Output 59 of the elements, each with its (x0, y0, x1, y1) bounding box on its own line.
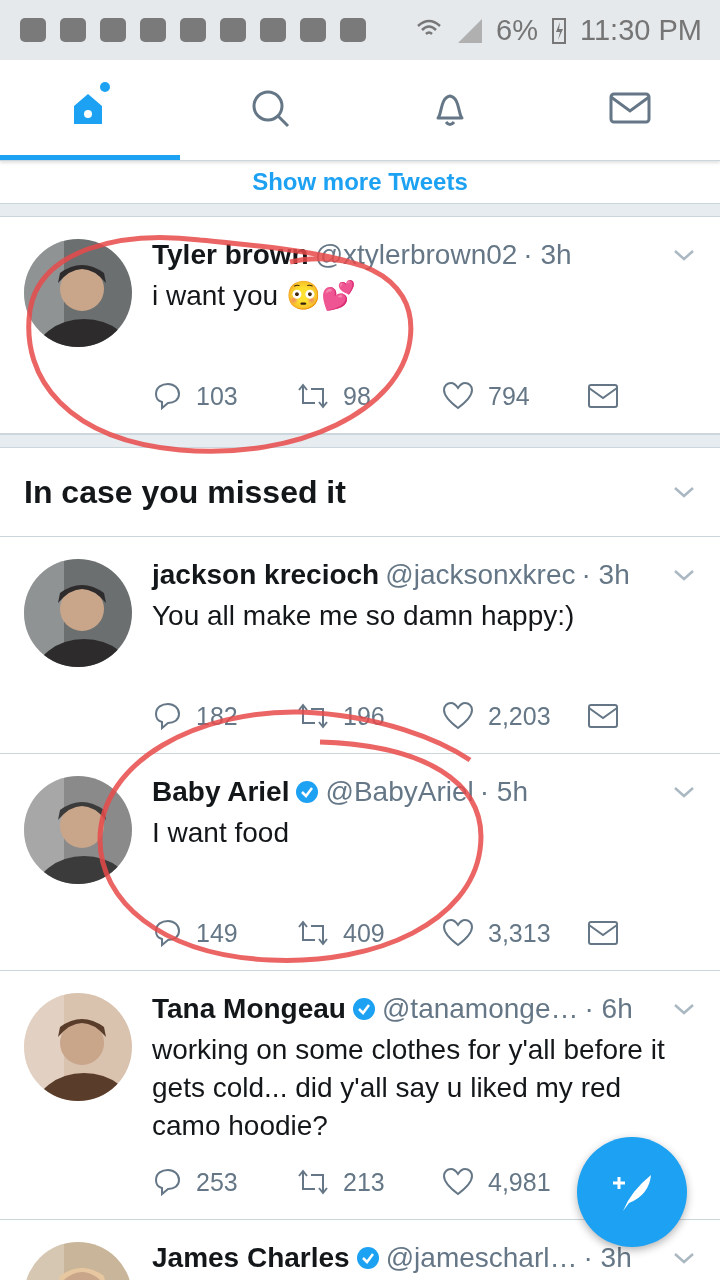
tweet-time: · 3h (581, 559, 630, 591)
tweet-time: · 3h (523, 239, 572, 271)
tweet-text: i want you 😳💕 (152, 279, 357, 313)
tweet-time: · 3h (583, 1242, 632, 1274)
notification-icon (260, 18, 286, 42)
like-count: 4,981 (488, 1167, 551, 1197)
retweet-icon[interactable] (297, 918, 329, 948)
user-handle[interactable]: @xtylerbrown02 (314, 239, 518, 271)
tweet-time: · 6h (584, 993, 633, 1025)
tweet-text: You all make me so damn happy:) (152, 599, 576, 633)
user-name[interactable]: jackson krecioch (152, 559, 380, 591)
user-name[interactable]: Tana Mongeau (152, 993, 346, 1025)
reply-icon[interactable] (152, 701, 182, 731)
reply-count: 103 (196, 381, 238, 411)
show-more-link[interactable]: Show more Tweets (252, 168, 468, 196)
notification-icon (340, 18, 366, 42)
notification-icon (20, 18, 46, 42)
user-handle[interactable]: @jamescharl… (385, 1242, 578, 1274)
retweet-icon[interactable] (297, 701, 329, 731)
retweet-icon[interactable] (297, 381, 329, 411)
notification-icon (300, 18, 326, 42)
like-count: 2,203 (488, 701, 551, 731)
heart-icon[interactable] (442, 381, 474, 411)
reply-count: 253 (196, 1167, 238, 1197)
reply-icon[interactable] (152, 1167, 182, 1197)
signal-icon (456, 17, 483, 43)
user-name[interactable]: James Charles (152, 1242, 350, 1274)
mail-icon[interactable] (587, 383, 619, 409)
reply-icon[interactable] (152, 381, 182, 411)
mail-icon[interactable] (587, 920, 619, 946)
heart-icon[interactable] (442, 1167, 474, 1197)
heart-icon[interactable] (442, 918, 474, 948)
battery-percent: 6% (496, 13, 538, 47)
retweet-count: 213 (343, 1167, 385, 1197)
tweet-text: I want food (152, 816, 290, 850)
notification-icon (60, 18, 86, 42)
notification-icon (180, 18, 206, 42)
notification-icon (220, 18, 246, 42)
tweet-text: working on some clothes for y'all before it gets cold... did y'all say u liked my red camo hoodie? (152, 1033, 666, 1143)
retweet-icon[interactable] (297, 1167, 329, 1197)
tweet-time: · 5h (479, 776, 528, 808)
mail-icon[interactable] (587, 703, 619, 729)
user-name[interactable]: Baby Ariel (152, 776, 290, 808)
user-handle[interactable]: @tanamonge… (381, 993, 579, 1025)
compose-button[interactable] (577, 1137, 687, 1247)
user-handle[interactable]: @jacksonxkrec (385, 559, 576, 591)
reply-icon[interactable] (152, 918, 182, 948)
battery-icon (552, 16, 566, 44)
heart-icon[interactable] (442, 701, 474, 731)
notification-icon (140, 18, 166, 42)
retweet-count: 409 (343, 918, 385, 948)
clock-time: 11:30 PM (580, 13, 702, 47)
section-title: In case you missed it (24, 473, 346, 511)
reply-count: 149 (196, 918, 238, 948)
like-count: 3,313 (488, 918, 551, 948)
like-count: 794 (488, 381, 530, 411)
user-name[interactable]: Tyler brown (152, 239, 309, 271)
retweet-count: 98 (343, 381, 371, 411)
notification-icon (100, 18, 126, 42)
